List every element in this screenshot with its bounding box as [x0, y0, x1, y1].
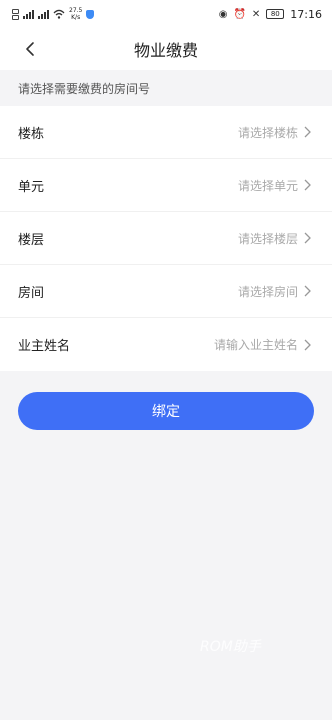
- network-speed-value: 27.5: [69, 7, 83, 14]
- network-speed: 27.5 K/s: [69, 7, 82, 21]
- status-right: ◉ ⏰ ✕ 80 17:16: [219, 8, 322, 21]
- page-title: 物业缴费: [133, 41, 198, 60]
- bind-button[interactable]: 绑定: [18, 392, 314, 430]
- chevron-left-icon: [26, 42, 34, 56]
- nav-bar: 物业缴费: [0, 28, 332, 70]
- row-placeholder: 请输入业主姓名: [213, 338, 298, 352]
- status-time: 17:16: [290, 7, 322, 21]
- status-bar: 27.5 K/s ◉ ⏰ ✕ 80 17:16: [0, 0, 332, 28]
- chevron-right-icon: [304, 232, 314, 244]
- row-label: 楼栋: [18, 126, 45, 142]
- mute-icon: ✕: [251, 8, 261, 20]
- battery-icon: 80: [266, 9, 285, 19]
- unit-selector[interactable]: 单元 请选择单元: [0, 159, 332, 212]
- room-form: 楼栋 请选择楼栋 单元 请选择单元 楼层 请选择楼层 房间 请选择房间 业主姓名…: [0, 106, 332, 371]
- shield-icon: [86, 9, 95, 19]
- chevron-right-icon: [304, 285, 314, 297]
- row-placeholder: 请选择楼栋: [237, 125, 298, 140]
- screen: 27.5 K/s ◉ ⏰ ✕ 80 17:16 物业缴费 请选择需要缴费的房间号…: [0, 0, 332, 720]
- alarm-icon: ⏰: [233, 8, 246, 20]
- section-hint: 请选择需要缴费的房间号: [18, 81, 151, 96]
- owner-name-field[interactable]: 业主姓名 请输入业主姓名: [0, 318, 332, 371]
- chevron-right-icon: [304, 339, 314, 351]
- back-button[interactable]: [18, 36, 42, 62]
- signal-icon: [23, 9, 34, 19]
- chevron-right-icon: [304, 179, 314, 191]
- network-speed-unit: K/s: [71, 14, 81, 21]
- floor-selector[interactable]: 楼层 请选择楼层: [0, 212, 332, 265]
- chevron-right-icon: [304, 126, 314, 138]
- building-selector[interactable]: 楼栋 请选择楼栋: [0, 106, 332, 159]
- status-left: 27.5 K/s: [12, 7, 95, 21]
- row-label: 房间: [18, 285, 45, 301]
- watermark: ROM助手: [200, 639, 261, 655]
- wifi-icon: [53, 9, 65, 19]
- signal-icon: [38, 9, 49, 19]
- row-label: 业主姓名: [18, 339, 71, 354]
- room-selector[interactable]: 房间 请选择房间: [0, 265, 332, 318]
- sim-icon: [12, 8, 19, 20]
- row-placeholder: 请选择楼层: [237, 231, 298, 246]
- row-placeholder: 请选择单元: [237, 178, 298, 193]
- eye-icon: ◉: [218, 8, 228, 20]
- row-label: 楼层: [18, 232, 45, 248]
- row-placeholder: 请选择房间: [237, 284, 298, 299]
- row-label: 单元: [18, 179, 45, 195]
